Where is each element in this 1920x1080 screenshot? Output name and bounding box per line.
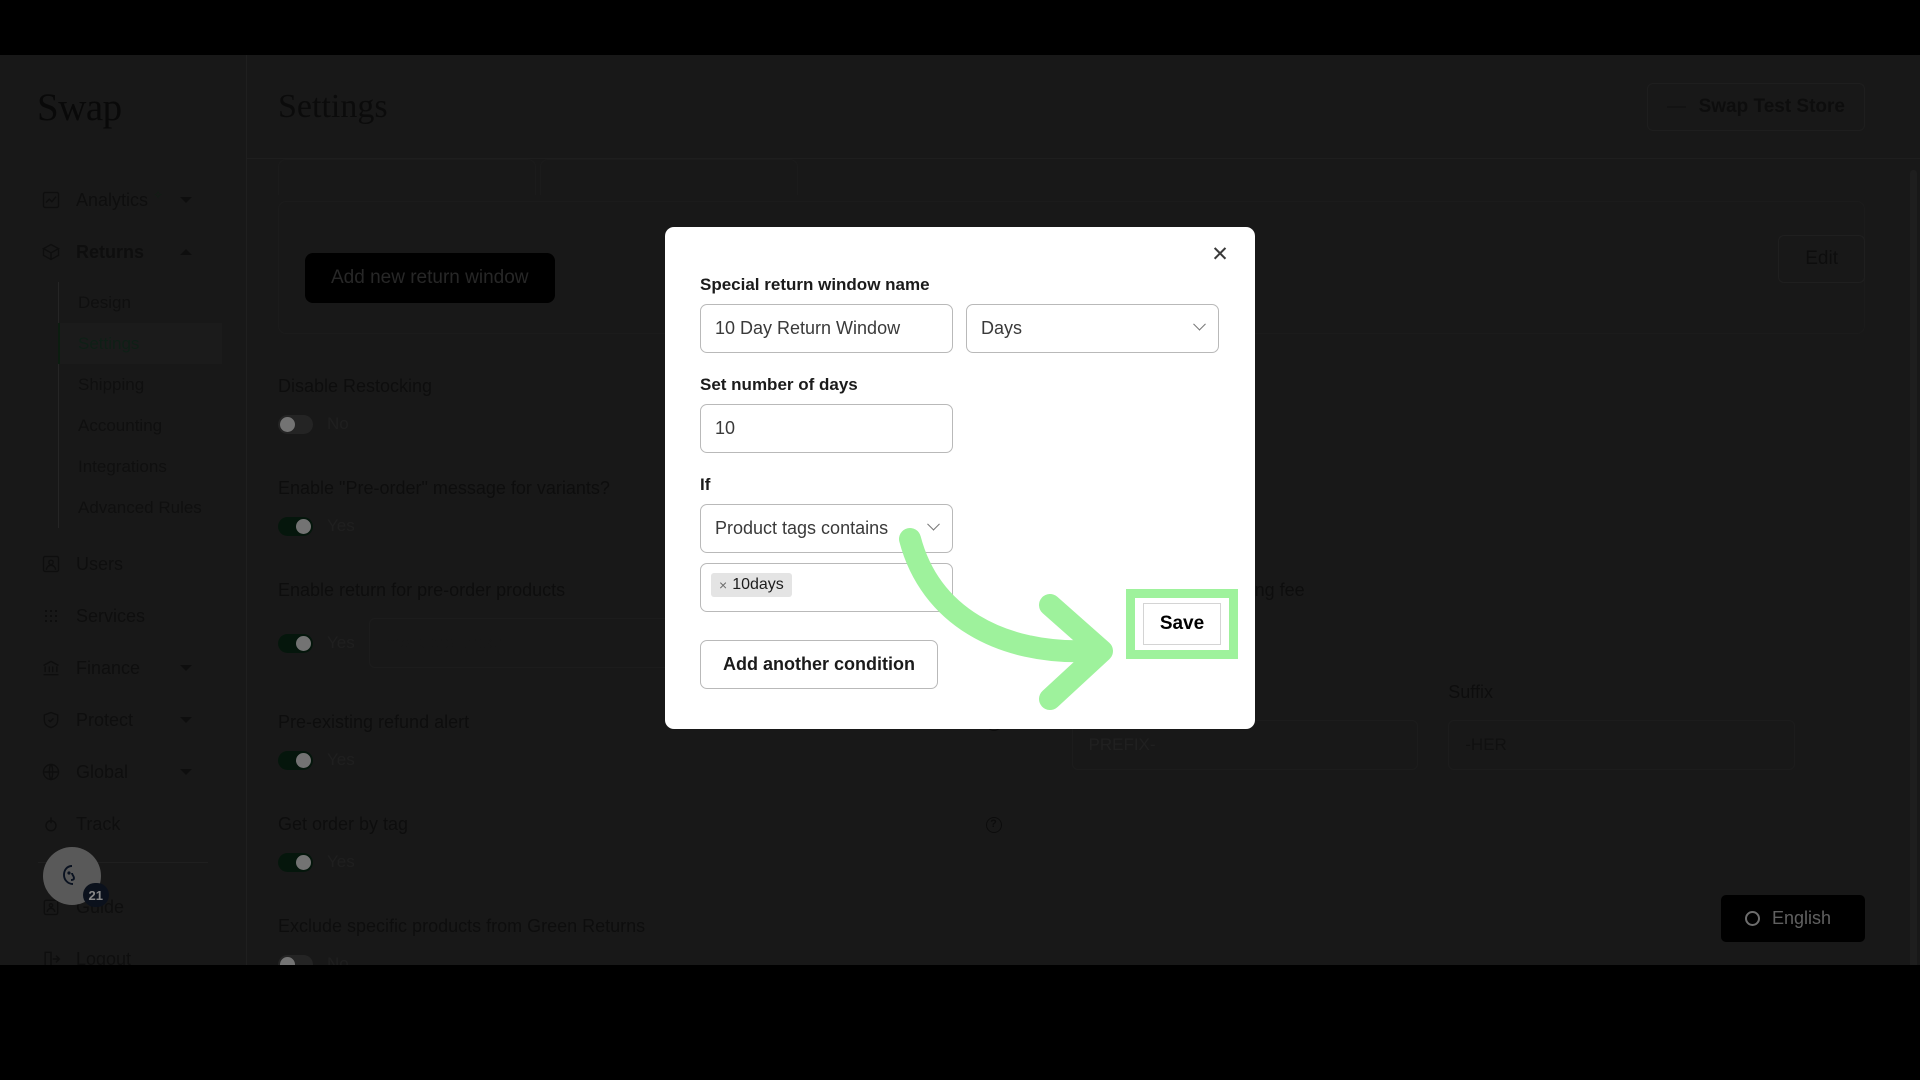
condition-select-value: Product tags contains (715, 518, 889, 538)
number-of-days-input[interactable]: 10 (700, 404, 953, 453)
modal-name-label: Special return window name (700, 275, 930, 294)
save-button-highlight-inner: Save (1135, 598, 1229, 650)
tag-chip[interactable]: × 10days (711, 573, 792, 597)
save-button[interactable]: Save (1143, 603, 1221, 645)
condition-select[interactable]: Product tags contains (700, 504, 953, 553)
add-another-condition-button[interactable]: Add another condition (700, 640, 938, 689)
tag-label: 10days (732, 576, 784, 593)
unit-select-value: Days (981, 318, 1023, 338)
screen-root: Swap Analytics ✧ Returns Design Settings… (0, 0, 1920, 1080)
condition-tags-field[interactable]: × 10days (700, 563, 953, 612)
unit-select[interactable]: Days (966, 304, 1219, 353)
chevron-down-icon (927, 517, 940, 531)
save-button-highlight: Save (1126, 589, 1238, 659)
modal-if-label: If (700, 475, 711, 494)
close-icon[interactable]: ✕ (1209, 244, 1231, 267)
close-small-icon[interactable]: × (719, 577, 727, 593)
modal-days-label: Set number of days (700, 375, 858, 394)
chevron-down-icon (1193, 317, 1206, 331)
modal-name-row: 10 Day Return Window Days (700, 304, 1220, 353)
return-window-name-input[interactable]: 10 Day Return Window (700, 304, 953, 353)
app-window: Swap Analytics ✧ Returns Design Settings… (0, 55, 1920, 965)
